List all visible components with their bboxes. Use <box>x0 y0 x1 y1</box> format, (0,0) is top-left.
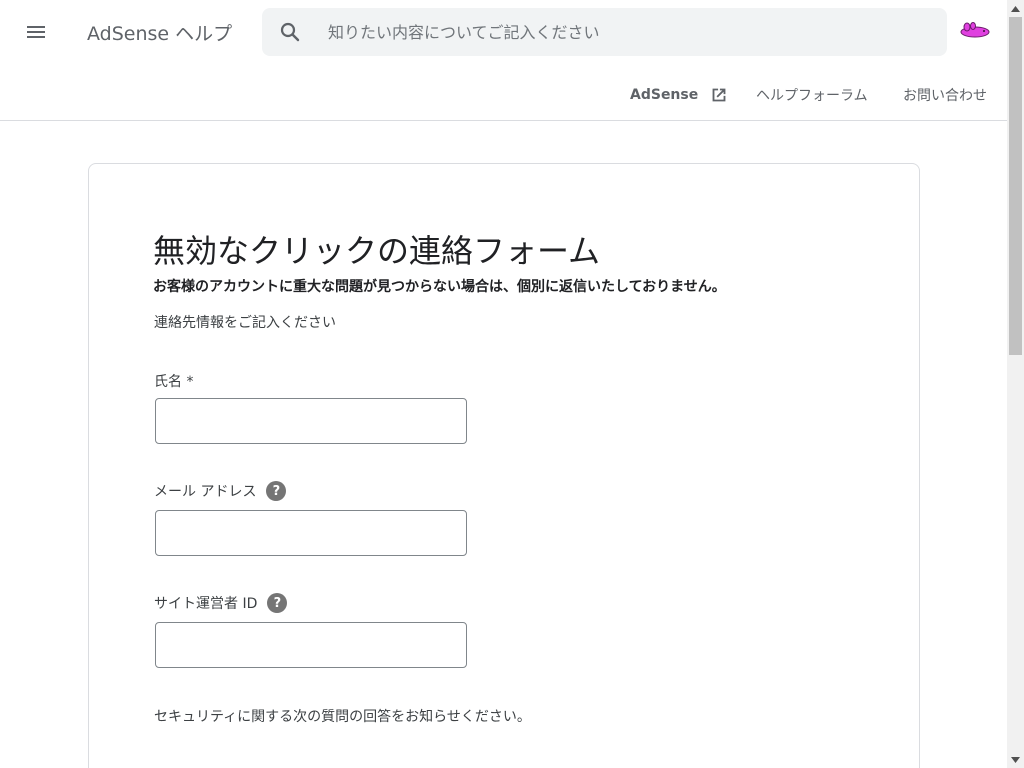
scroll-up-arrow-icon <box>1011 5 1020 12</box>
search-icon[interactable] <box>278 20 302 44</box>
form-title: 無効なクリックの連絡フォーム <box>153 232 601 270</box>
search-input[interactable] <box>328 16 928 48</box>
publisher-id-help-icon[interactable]: ? <box>267 593 288 613</box>
contact-form-card: 無効なクリックの連絡フォーム お客様のアカウントに重大な問題が見つからない場合は… <box>88 163 920 768</box>
help-page: AdSense ヘルプ AdSense <box>0 0 1007 768</box>
vertical-scrollbar[interactable] <box>1007 0 1024 768</box>
menu-icon <box>27 26 45 38</box>
search-box[interactable] <box>262 8 947 56</box>
name-label-text: 氏名 * <box>154 374 194 390</box>
security-question-intro: セキュリティに関する次の質問の回答をお知らせください。 <box>154 709 531 725</box>
contact-us-link[interactable]: お問い合わせ <box>903 85 987 105</box>
scroll-down-arrow-icon <box>1011 756 1020 763</box>
help-forum-link[interactable]: ヘルプフォーラム <box>756 85 868 105</box>
main-menu-button[interactable] <box>16 12 56 52</box>
email-field-label: メール アドレス ? <box>154 481 287 501</box>
scroll-down-button[interactable] <box>1007 751 1024 768</box>
adsense-external-link[interactable]: AdSense <box>630 84 730 106</box>
external-link-icon <box>712 88 726 102</box>
email-help-icon[interactable]: ? <box>266 481 287 501</box>
publisher-id-label-text: サイト運営者 ID <box>154 596 258 612</box>
browser-viewport: AdSense ヘルプ AdSense <box>0 0 1024 768</box>
form-intro: 連絡先情報をご記入ください <box>154 315 336 331</box>
email-label-text: メール アドレス <box>154 484 257 500</box>
name-field-label: 氏名 * <box>154 371 193 391</box>
name-field[interactable] <box>155 398 467 444</box>
account-avatar[interactable] <box>958 20 992 42</box>
publisher-id-field-label: サイト運営者 ID ? <box>154 593 288 613</box>
publisher-id-field[interactable] <box>155 622 467 668</box>
email-field[interactable] <box>155 510 467 556</box>
product-title[interactable]: AdSense ヘルプ <box>87 19 232 46</box>
top-app-bar: AdSense ヘルプ <box>0 0 1007 64</box>
form-notice: お客様のアカウントに重大な問題が見つからない場合は、個別に返信いたしておりません… <box>153 279 726 295</box>
adsense-link-label: AdSense <box>630 87 699 103</box>
scrollbar-thumb[interactable] <box>1009 17 1022 355</box>
sub-navigation: AdSense ヘルプフォーラム お問い合わせ <box>0 64 1007 121</box>
scroll-up-button[interactable] <box>1007 0 1024 17</box>
